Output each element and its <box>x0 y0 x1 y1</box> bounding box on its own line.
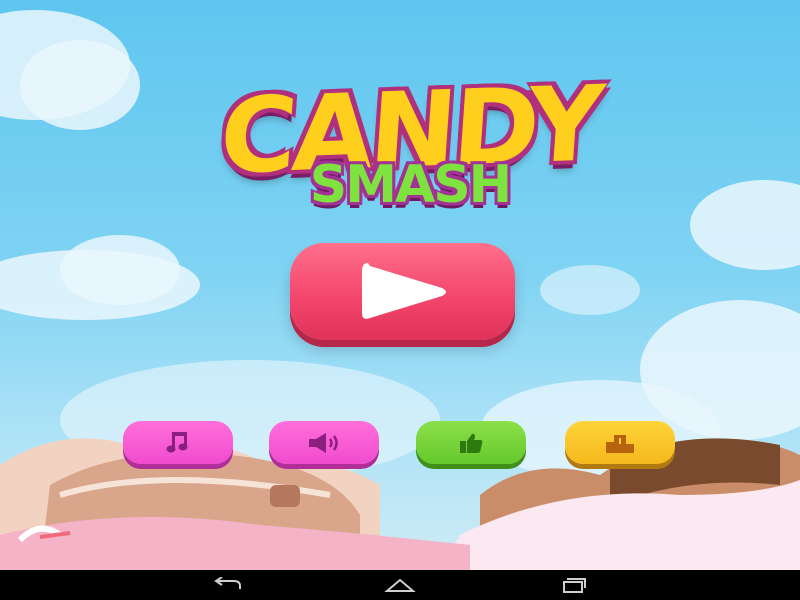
cloud <box>60 235 180 305</box>
podium-icon <box>606 434 634 453</box>
leaderboard-button[interactable] <box>565 421 675 464</box>
home-icon <box>384 578 416 592</box>
recent-apps-icon <box>563 578 586 593</box>
like-button[interactable] <box>416 421 526 464</box>
candy-landscape <box>0 438 800 570</box>
thumbs-up-icon <box>460 433 483 453</box>
system-navigation-bar <box>0 570 800 600</box>
music-button[interactable] <box>123 421 233 464</box>
cloud <box>690 180 800 270</box>
music-note-icon <box>166 431 188 452</box>
speaker-icon <box>309 432 338 453</box>
home-button[interactable] <box>370 570 430 600</box>
cloud <box>540 265 640 315</box>
play-button[interactable] <box>290 243 515 340</box>
back-icon <box>214 577 241 589</box>
play-icon <box>361 262 446 319</box>
back-button[interactable] <box>198 570 258 600</box>
game-screen: CANDY SMASH <box>0 0 800 600</box>
recent-apps-button[interactable] <box>542 570 602 600</box>
sound-button[interactable] <box>269 421 379 464</box>
game-title-smash: SMASH <box>309 155 512 215</box>
